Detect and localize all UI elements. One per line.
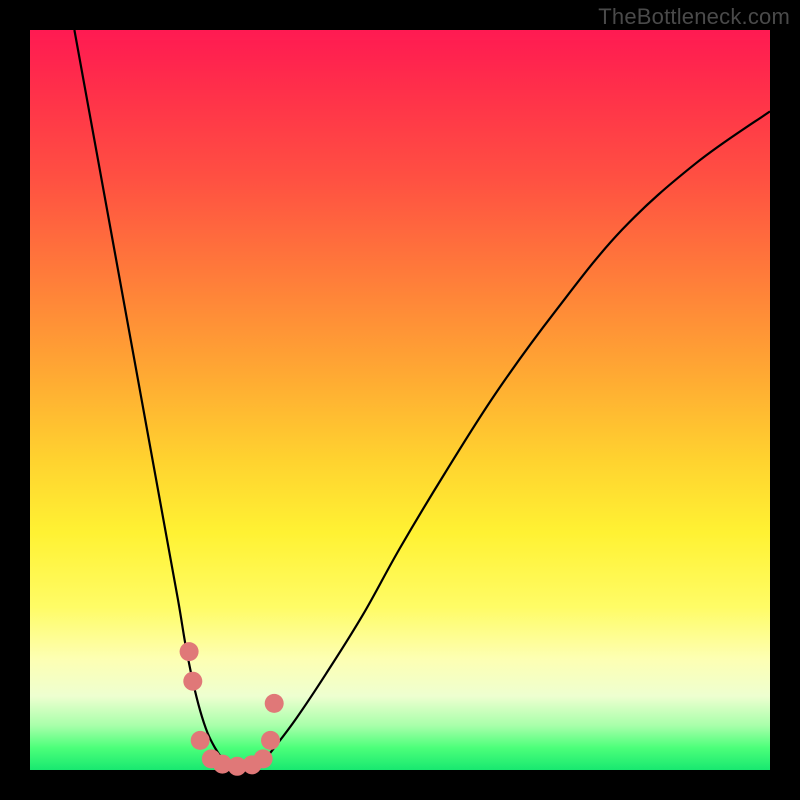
highlight-dot [261,731,280,750]
plot-area [30,30,770,770]
highlight-dot [265,694,284,713]
highlight-dot [191,731,210,750]
highlight-dots [180,642,284,776]
highlight-dot [183,672,202,691]
curve-left-branch [74,30,229,766]
curve-right-branch [259,111,770,766]
highlight-dot [254,749,273,768]
highlight-dot [180,642,199,661]
watermark-text: TheBottleneck.com [598,4,790,30]
chart-frame: TheBottleneck.com [0,0,800,800]
curve-layer [30,30,770,770]
